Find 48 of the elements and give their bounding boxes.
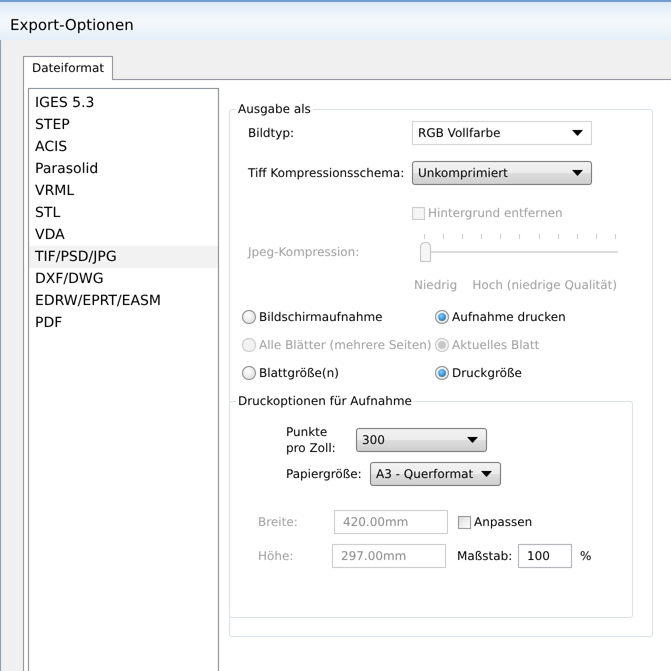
radio-label: Alle Blätter (mehrere Seiten) [259,338,432,352]
list-item[interactable]: VRML [29,180,218,202]
group-title: Druckoptionen für Aufnahme [237,394,413,408]
unit-label: % [580,549,592,563]
radio-button[interactable] [242,366,256,380]
radio-label: Blattgröße(n) [259,366,339,380]
group-title: Ausgabe als [237,102,312,116]
radio-label: Aktuelles Blatt [452,338,540,352]
field-label: Breite: [258,515,299,529]
field-label: Punkte pro Zoll: [286,424,337,456]
input-field[interactable]: 100 [518,544,572,568]
radio-button[interactable] [435,310,449,324]
field-label: Maßstab: [457,549,514,563]
list-item[interactable]: EDRW/EPRT/EASM [29,290,218,312]
list-item[interactable]: PDF [29,312,218,334]
list-item[interactable]: IGES 5.3 [29,92,218,114]
slider-max-label: Hoch (niedrige Qualität) [472,278,617,292]
field-label: Bildtyp: [248,126,295,140]
tab[interactable]: Dateiformat [23,56,114,80]
dropdown[interactable]: A3 - Querformat [370,462,501,486]
radio-label: Bildschirmaufnahme [259,310,383,324]
field-label: Tiff Kompressionsschema: [248,166,406,180]
list-item[interactable]: TIF/PSD/JPG [29,246,218,268]
list-item[interactable]: STL [29,202,218,224]
slider-min-label: Niedrig [414,278,458,292]
caret-icon [572,130,583,136]
window-title: Export-Optionen [10,16,134,34]
list-item[interactable]: DXF/DWG [29,268,218,290]
list-item[interactable]: STEP [29,114,218,136]
field-label: Jpeg-Kompression: [248,245,360,259]
dropdown[interactable]: 300 [356,428,487,452]
caret-icon [572,170,583,176]
list-item[interactable]: ACIS [29,136,218,158]
checkbox-label: Hintergrund entfernen [428,206,563,220]
field-label: Papiergröße: [286,467,363,481]
dropdown[interactable]: RGB Vollfarbe [412,121,592,145]
list-item[interactable]: VDA [29,224,218,246]
checkbox-label: Anpassen [474,515,532,529]
checkbox[interactable] [458,516,471,528]
field-label: Höhe: [258,549,294,563]
radio-label: Druckgröße [452,366,522,380]
list-item[interactable]: Parasolid [29,158,218,180]
radio-label: Aufnahme drucken [452,310,566,324]
caret-icon [467,437,478,443]
radio-button[interactable] [242,310,256,324]
radio-button[interactable] [435,366,449,380]
dropdown[interactable]: Unkomprimiert [412,161,592,185]
caret-icon [481,471,492,477]
